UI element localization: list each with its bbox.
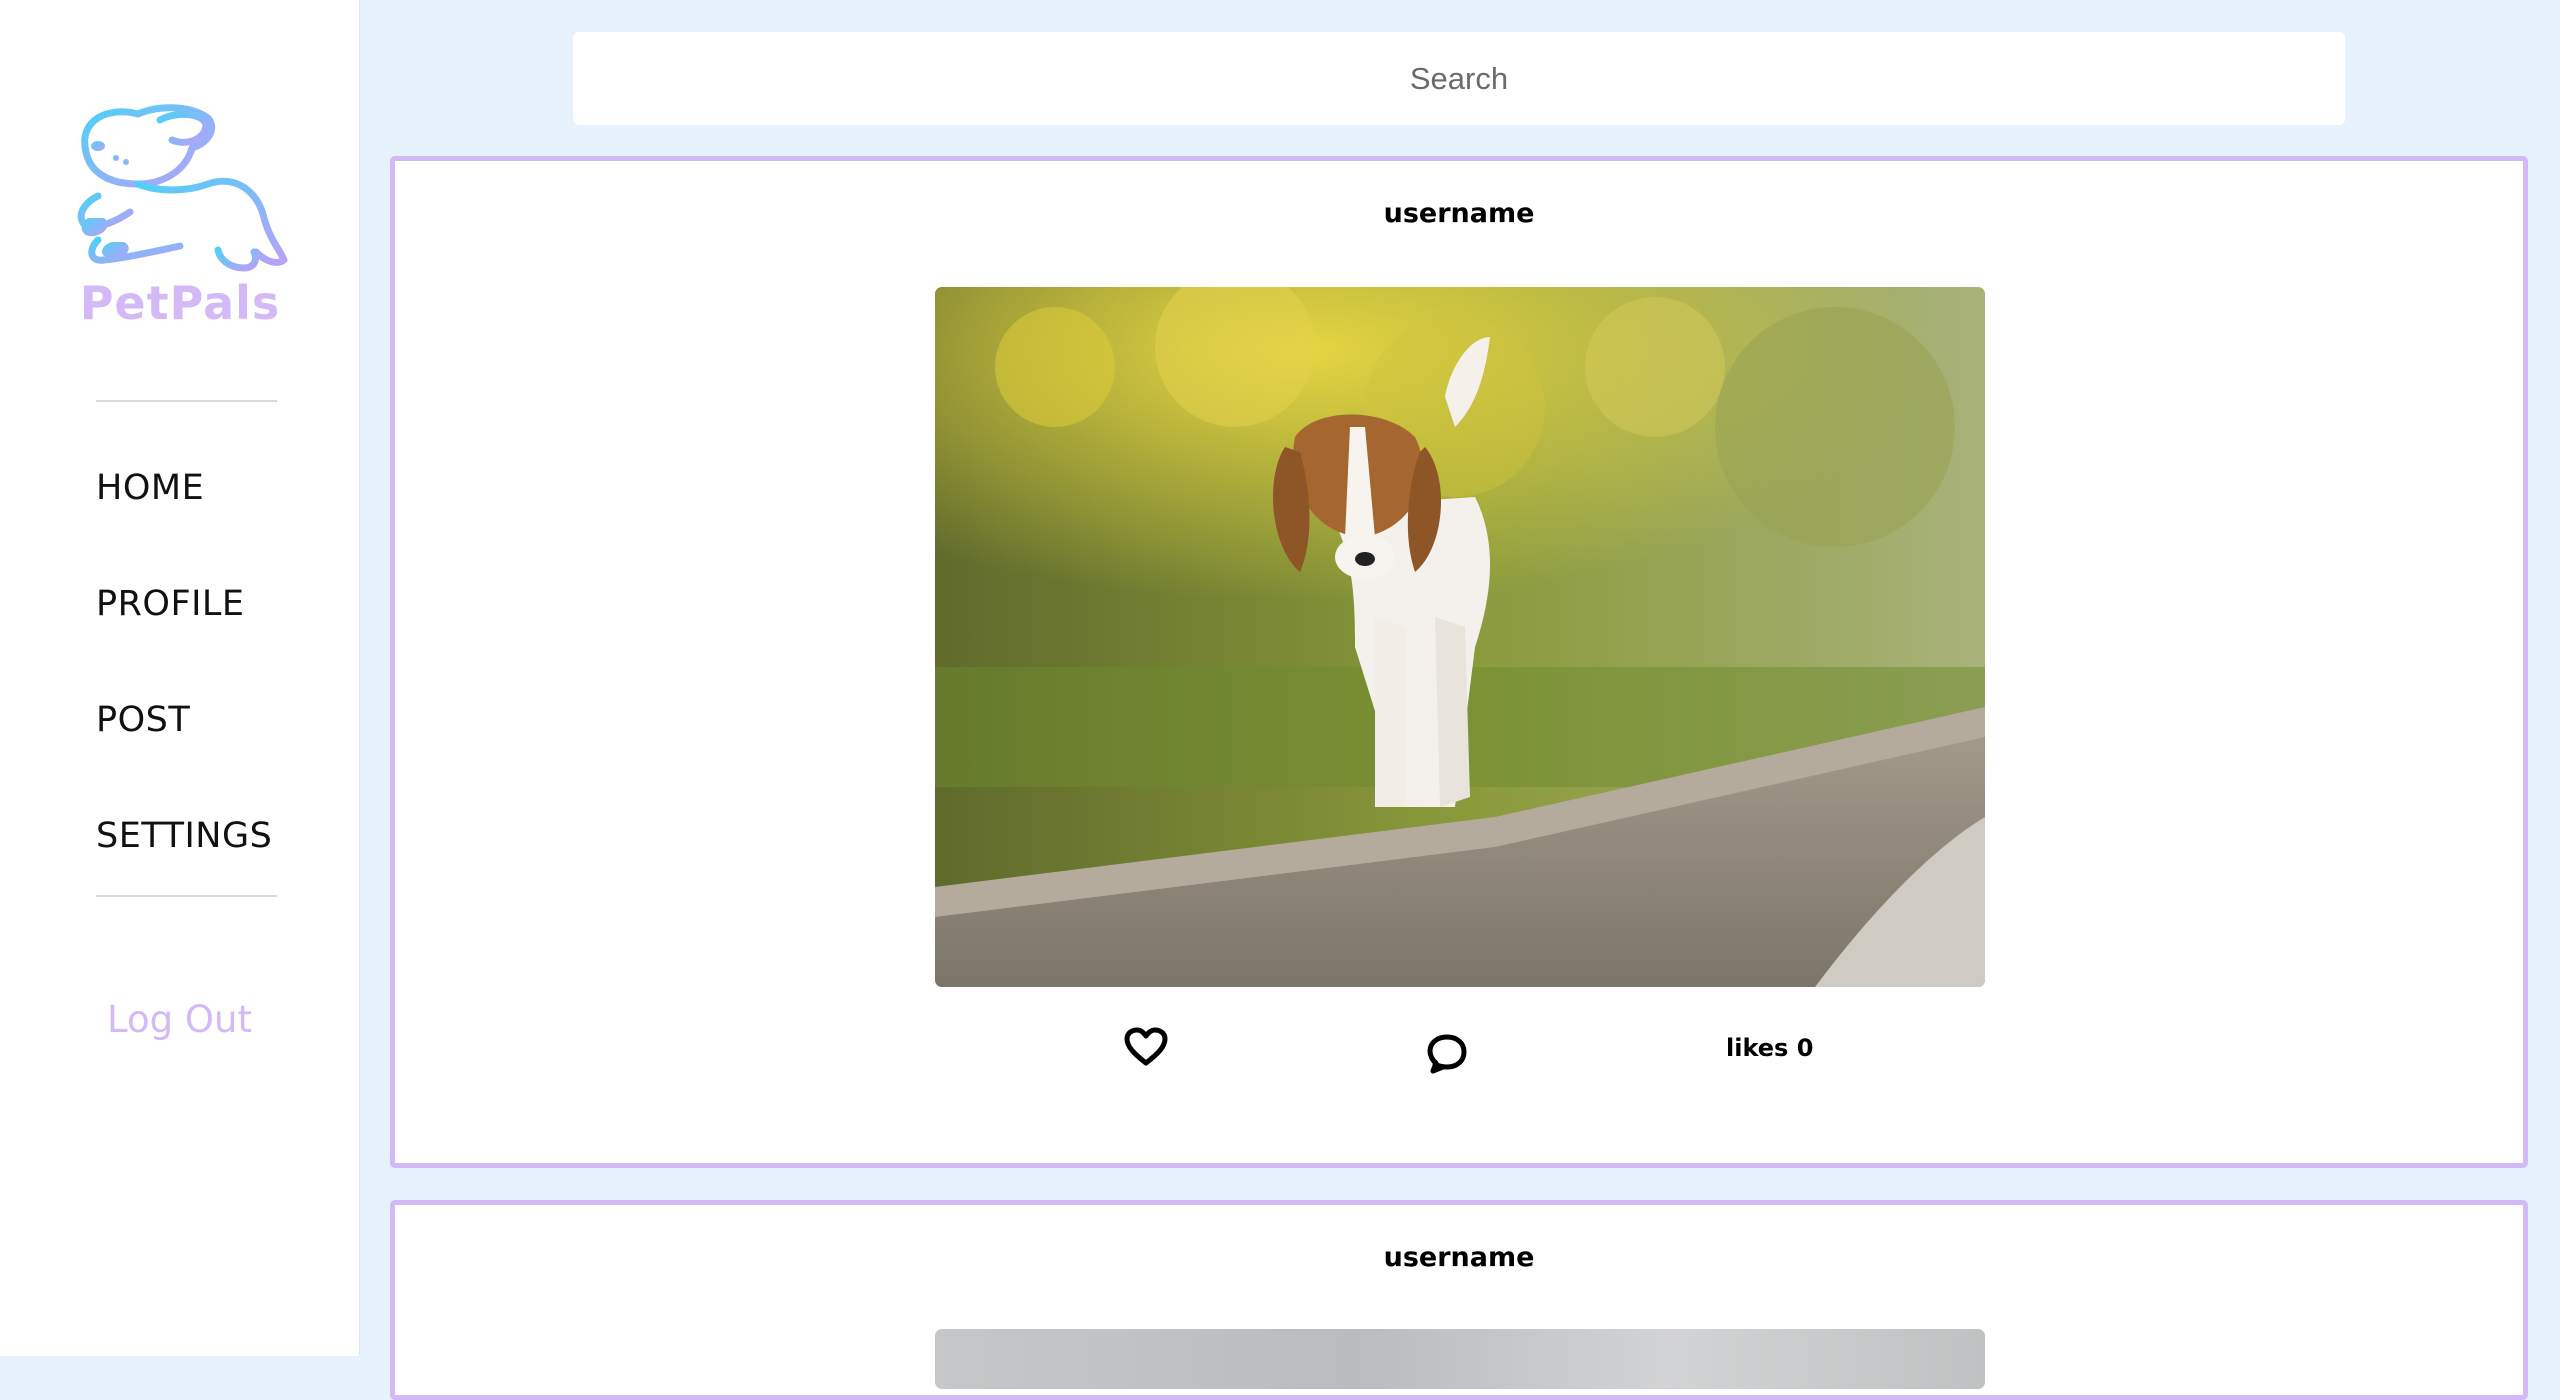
- dog-logo-icon: [77, 104, 288, 272]
- nav-item-settings[interactable]: SETTINGS: [96, 816, 272, 856]
- brand-name: PetPals: [79, 276, 281, 330]
- comment-bubble-icon[interactable]: [1423, 1031, 1471, 1079]
- post-username[interactable]: username: [395, 1242, 2523, 1273]
- heart-icon[interactable]: [1123, 1027, 1169, 1067]
- sidebar: PetPals HOME PROFILE POST SETTINGS Log O…: [0, 0, 360, 1356]
- post-card: username: [390, 1200, 2528, 1400]
- nav-divider-top: [96, 400, 277, 402]
- nav-divider-bottom: [96, 895, 277, 897]
- post-card: username: [390, 156, 2528, 1168]
- nav-item-post[interactable]: POST: [96, 700, 190, 740]
- beagle-photo: [935, 287, 1985, 987]
- logout-button[interactable]: Log Out: [0, 998, 359, 1041]
- nav-item-profile[interactable]: PROFILE: [96, 584, 245, 624]
- post-image: [935, 287, 1985, 987]
- post-image: [935, 1329, 1985, 1389]
- post-username[interactable]: username: [395, 198, 2523, 229]
- nav-item-home[interactable]: HOME: [96, 468, 204, 508]
- logo[interactable]: PetPals: [60, 100, 300, 340]
- likes-count: likes 0: [1726, 1034, 1814, 1062]
- search-input[interactable]: [573, 32, 2345, 125]
